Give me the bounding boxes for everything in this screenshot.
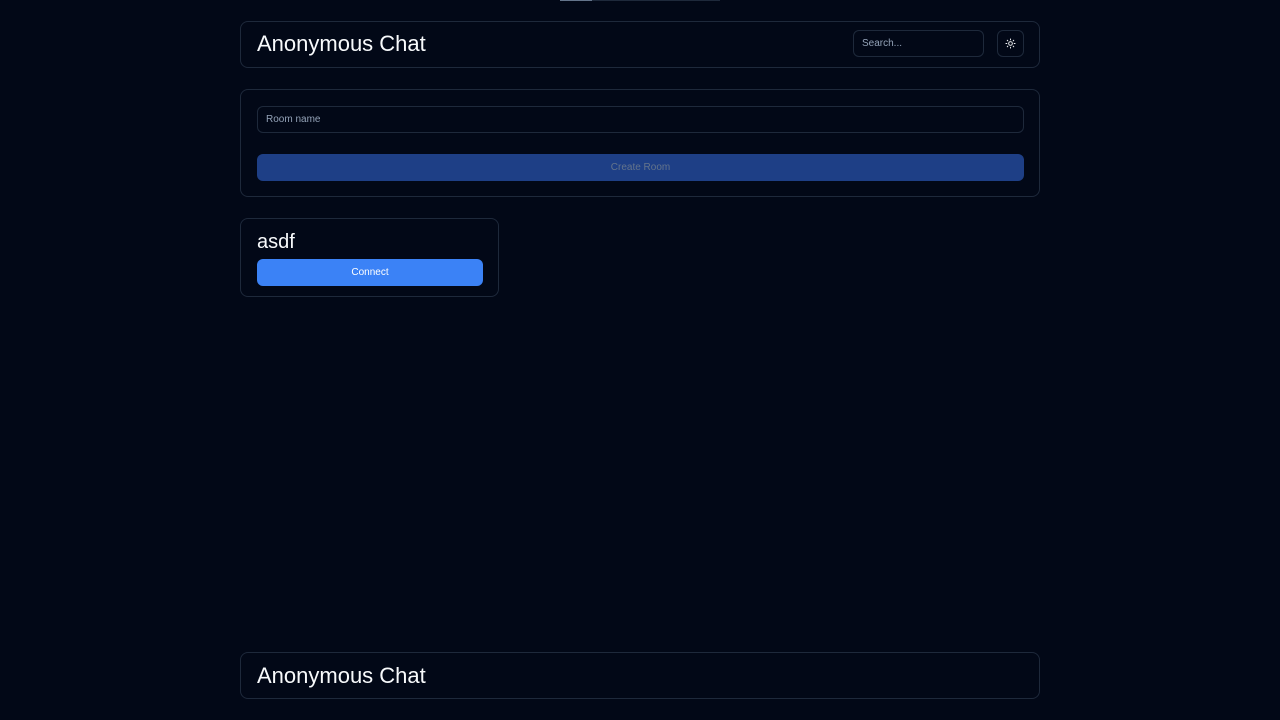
app-header: Anonymous Chat [240,21,1040,68]
create-room-button[interactable]: Create Room [257,154,1024,181]
search-input[interactable] [853,30,984,57]
sun-icon [1005,38,1016,49]
loading-progress-fill [560,0,592,1]
app-title: Anonymous Chat [257,31,426,56]
room-name-input[interactable] [257,106,1024,133]
theme-toggle-button[interactable] [997,30,1024,57]
connect-button[interactable]: Connect [257,259,483,286]
room-name: asdf [257,231,295,253]
loading-progress-bar [560,0,720,1]
app-footer: Anonymous Chat [240,652,1040,699]
create-room-card: Create Room [240,89,1040,197]
room-card: asdf Connect [240,218,499,297]
footer-title: Anonymous Chat [257,663,426,688]
